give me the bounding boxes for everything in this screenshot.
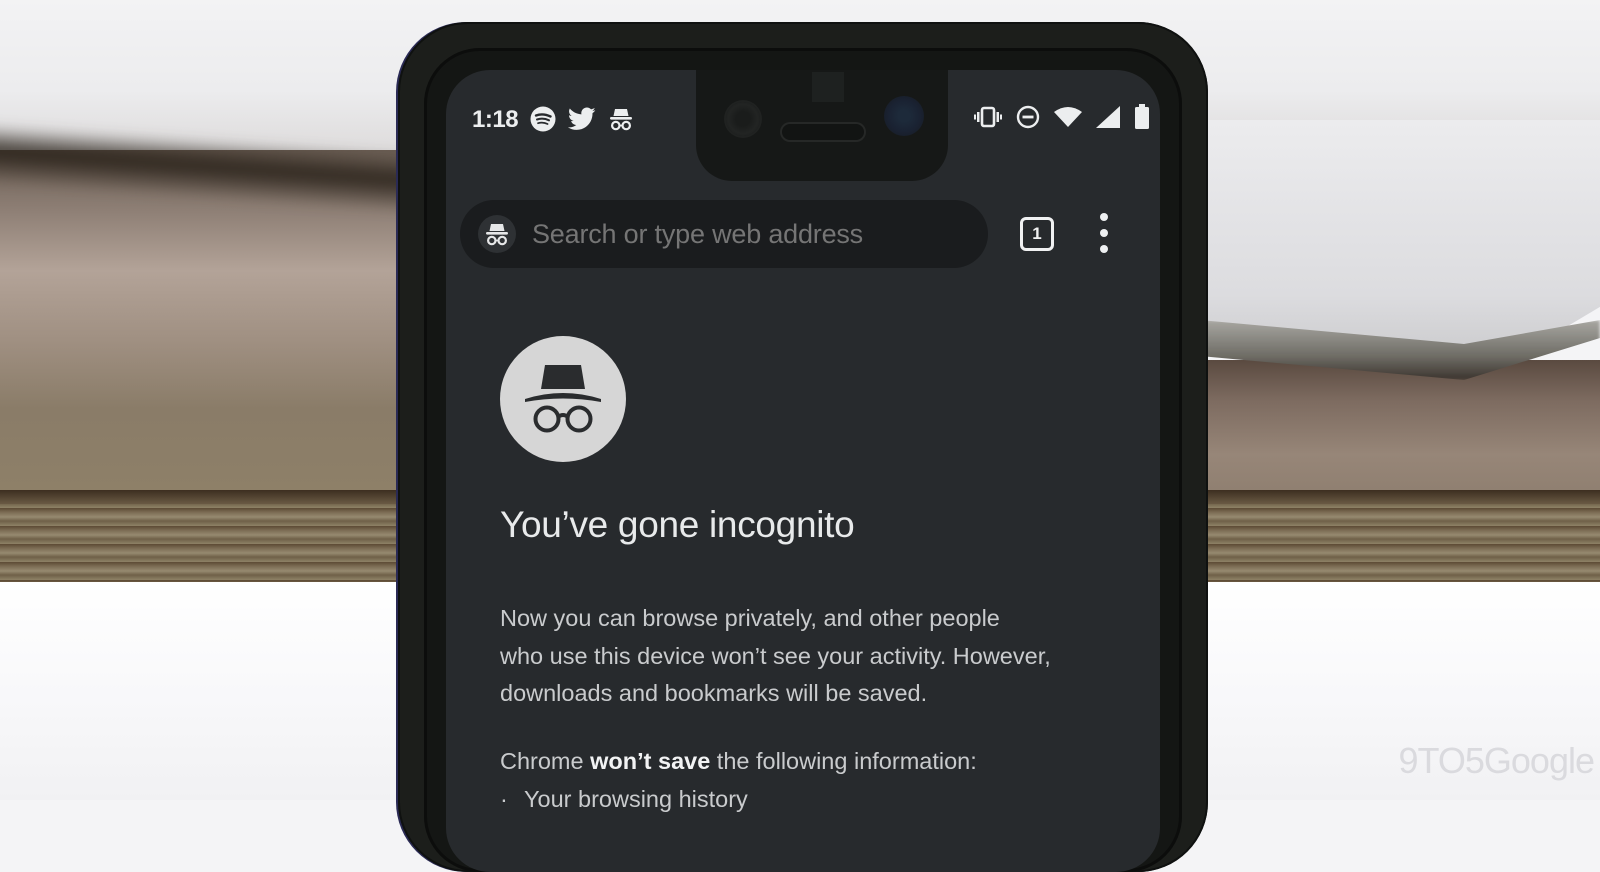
- incognito-icon: [525, 365, 601, 433]
- omnibox[interactable]: [460, 200, 988, 268]
- incognito-logo: [500, 336, 626, 462]
- do-not-disturb-icon: [1016, 105, 1040, 134]
- watermark: 9TO5Google: [1398, 740, 1595, 781]
- incognito-icon: [486, 224, 508, 246]
- menu-dot: [1100, 245, 1108, 253]
- vibrate-icon: [974, 106, 1002, 133]
- front-camera-icon: [726, 102, 760, 136]
- cell-signal-icon: [1096, 106, 1120, 133]
- incognito-badge: [478, 215, 516, 253]
- battery-icon: [1134, 104, 1150, 135]
- table-surface-right: [1200, 360, 1600, 495]
- description-line: downloads and bookmarks will be saved.: [500, 680, 928, 706]
- wont-save-prefix: Chrome: [500, 748, 591, 774]
- status-time: 1:18: [472, 106, 519, 133]
- earpiece-speaker: [782, 124, 864, 140]
- wont-save-heading: Chrome won’t save the following informat…: [500, 748, 977, 775]
- twitter-icon: [567, 107, 596, 136]
- tab-switcher-button[interactable]: 1: [1020, 217, 1054, 251]
- incognito-icon: [608, 106, 634, 137]
- page-title: You’ve gone incognito: [500, 504, 855, 545]
- notification-icons: [530, 106, 634, 137]
- system-status-icons: [974, 104, 1150, 135]
- incognito-description: Now you can browse privately, and other …: [500, 600, 1120, 713]
- description-line: who use this device won’t see your activ…: [500, 642, 1051, 669]
- tab-count: 1: [1032, 224, 1042, 243]
- wide-camera-icon: [884, 96, 924, 136]
- phone-screen: 1:18 Search or type web address 1 You’ve…: [446, 70, 1160, 872]
- spotify-icon: [530, 106, 556, 137]
- wont-save-suffix: the following information:: [710, 748, 977, 774]
- more-vert-icon[interactable]: [1096, 213, 1112, 253]
- proximity-sensor: [812, 72, 844, 102]
- menu-dot: [1100, 229, 1108, 237]
- display-notch: [696, 70, 948, 181]
- phone-frame: 1:18 Search or type web address 1 You’ve…: [398, 22, 1208, 872]
- address-bar-input[interactable]: [530, 217, 954, 251]
- description-line: Now you can browse privately, and other …: [500, 605, 1000, 631]
- wont-save-bold: won’t save: [590, 748, 711, 774]
- menu-dot: [1100, 213, 1108, 221]
- phone-bezel: 1:18 Search or type web address 1 You’ve…: [424, 48, 1182, 872]
- wifi-icon: [1054, 106, 1082, 133]
